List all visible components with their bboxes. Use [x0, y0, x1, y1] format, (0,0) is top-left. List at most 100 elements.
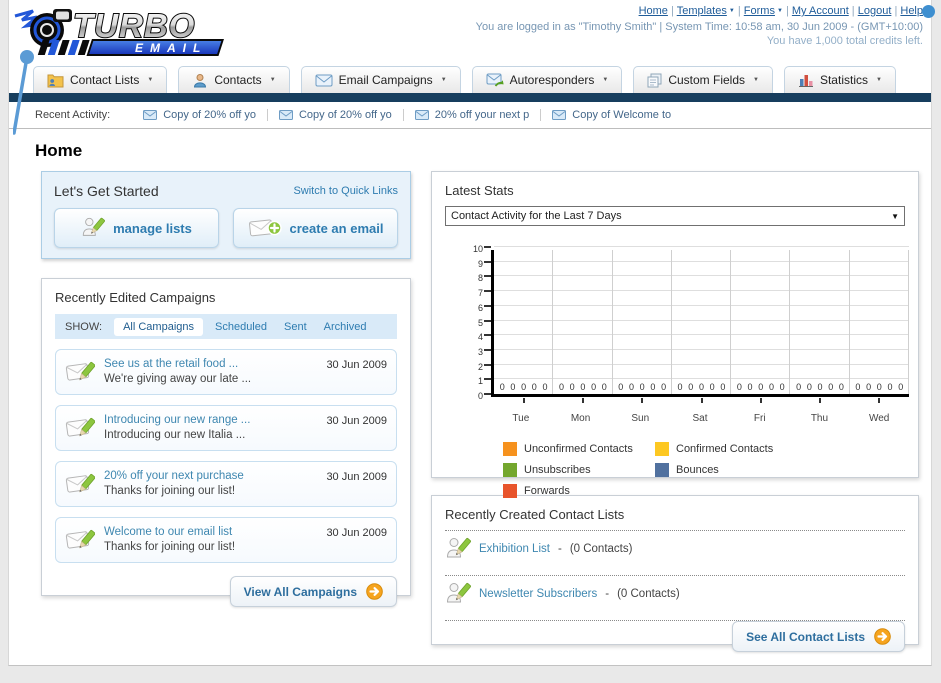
person-pencil-icon [446, 582, 471, 603]
legend-item: Bounces [655, 463, 807, 477]
nav-link-help[interactable]: Help [900, 5, 923, 17]
nav-link-home[interactable]: Home [639, 5, 668, 17]
campaign-date: 30 Jun 2009 [326, 359, 387, 371]
campaign-date: 30 Jun 2009 [326, 471, 387, 483]
chevron-down-icon: ▼ [602, 77, 609, 83]
top-nav: Home | Templates ▼ | Forms ▼ | My Account … [638, 5, 923, 17]
legend-swatch-icon [655, 442, 669, 456]
legend-swatch-icon [503, 484, 517, 498]
value-labels-group: 00000 [618, 382, 667, 392]
nav-link-logout[interactable]: Logout [858, 5, 892, 17]
manage-lists-label: manage lists [113, 220, 192, 236]
person-pencil-icon [82, 217, 106, 236]
chevron-down-icon: ▼ [776, 8, 783, 14]
x-tick-label: Thu [810, 413, 829, 424]
blue-circle-decoration [922, 5, 935, 18]
filter-scheduled[interactable]: Scheduled [215, 321, 267, 333]
nav-link-my-account[interactable]: My Account [792, 5, 849, 17]
see-all-contact-lists-button[interactable]: See All Contact Lists [732, 621, 905, 652]
credits-status: You have 1,000 total credits left. [766, 35, 923, 47]
legend-item: Unsubscribes [503, 463, 655, 477]
filter-all-campaigns[interactable]: All Campaigns [114, 317, 203, 336]
value-labels-group: 00000 [677, 382, 726, 392]
switch-to-quick-links-link[interactable]: Switch to Quick Links [293, 185, 398, 197]
view-all-campaigns-button[interactable]: View All Campaigns [229, 576, 397, 607]
manage-lists-button[interactable]: manage lists [54, 208, 219, 248]
contact-list-link[interactable]: Newsletter Subscribers [479, 588, 597, 600]
x-tick-label: Sun [631, 413, 650, 424]
value-labels-group: 00000 [499, 382, 548, 392]
campaign-date: 30 Jun 2009 [326, 415, 387, 427]
get-started-panel: Let's Get Started Switch to Quick Links [41, 171, 411, 259]
x-tick-label: Fri [753, 413, 766, 424]
tab-label: Email Campaigns [338, 73, 433, 87]
tab-label: Contacts [214, 73, 262, 87]
campaign-title-link[interactable]: See us at the retail food ... [104, 357, 317, 372]
contact-lists-title: Recently Created Contact Lists [445, 507, 625, 522]
bar-chart-icon [798, 75, 813, 87]
campaign-row[interactable]: Introducing our new range ... Introducin… [55, 405, 397, 451]
main-nav-tabs: Contact Lists ▼ Contacts ▼ Email Campaig… [9, 64, 931, 93]
envelope-pencil-icon [65, 361, 95, 381]
nav-link-templates[interactable]: Templates [677, 5, 727, 17]
campaign-row[interactable]: 20% off your next purchase Thanks for jo… [55, 461, 397, 507]
stats-panel: Latest Stats Contact Activity for the La… [431, 171, 919, 498]
recent-activity-item[interactable]: Copy of 20% off yo [266, 109, 403, 121]
tab-custom-fields[interactable]: Custom Fields ▼ [633, 66, 773, 93]
recent-activity-text: Copy of 20% off yo [163, 109, 256, 121]
campaigns-title: Recently Edited Campaigns [55, 290, 216, 305]
y-tick-label: 8 [477, 273, 483, 284]
stats-title: Latest Stats [445, 183, 514, 198]
recent-activity-item[interactable]: Copy of Welcome to [540, 109, 682, 121]
contact-list-link[interactable]: Exhibition List [479, 543, 550, 555]
app-page: TURBO EMAIL Home | Templates ▼ | Forms ▼ |… [8, 0, 935, 666]
create-email-button[interactable]: create an email [233, 208, 398, 248]
y-tick-label: 4 [477, 332, 483, 343]
campaign-row[interactable]: Welcome to our email list Thanks for joi… [55, 517, 397, 563]
value-labels-group: 00000 [558, 382, 607, 392]
view-all-campaigns-label: View All Campaigns [243, 584, 357, 599]
y-tick-label: 5 [477, 317, 483, 328]
create-email-label: create an email [289, 220, 384, 236]
filter-archived[interactable]: Archived [324, 321, 367, 333]
campaign-subtitle: We're giving away our late ... [104, 373, 252, 385]
chevron-down-icon: ▼ [440, 77, 447, 83]
tab-label: Statistics [819, 73, 868, 87]
campaign-title-link[interactable]: 20% off your next purchase [104, 469, 317, 484]
campaign-row[interactable]: See us at the retail food ... We're givi… [55, 349, 397, 395]
chevron-down-icon: ▼ [753, 77, 759, 83]
contact-list-count: (0 Contacts) [617, 588, 680, 600]
legend-swatch-icon [503, 442, 517, 456]
value-labels-group: 00000 [855, 382, 904, 392]
chevron-down-icon: ▼ [891, 211, 899, 221]
turbo-email-logo: TURBO EMAIL [13, 2, 253, 63]
campaign-title-link[interactable]: Welcome to our email list [104, 525, 317, 540]
tab-label: Contact Lists [70, 73, 140, 87]
y-tick-label: 1 [477, 376, 483, 387]
stats-period-select[interactable]: Contact Activity for the Last 7 Days ▼ [445, 206, 905, 226]
campaign-filter-bar: SHOW: All Campaigns Scheduled Sent Archi… [55, 314, 397, 339]
y-tick-label: 2 [477, 361, 483, 372]
recent-activity-item[interactable]: 20% off your next p [402, 109, 541, 121]
tab-contacts[interactable]: Contacts ▼ [178, 66, 290, 93]
y-tick-label: 3 [477, 346, 483, 357]
tab-statistics[interactable]: Statistics ▼ [783, 66, 896, 93]
contact-list-item[interactable]: Newsletter Subscribers - (0 Contacts) [445, 576, 905, 612]
recent-activity-item[interactable]: Copy of 20% off yo [132, 109, 267, 121]
show-label: SHOW: [65, 320, 103, 333]
nav-link-forms[interactable]: Forms [744, 5, 775, 17]
contact-lists-panel: Recently Created Contact Lists Exhibitio… [431, 495, 919, 652]
tab-contact-lists[interactable]: Contact Lists ▼ [33, 66, 168, 93]
y-tick-label: 9 [477, 258, 483, 269]
y-tick-label: 10 [472, 244, 483, 254]
x-tick-label: Tue [512, 413, 530, 424]
tab-autoresponders[interactable]: Autoresponders ▼ [471, 66, 623, 93]
tab-email-campaigns[interactable]: Email Campaigns ▼ [300, 66, 461, 93]
filter-sent[interactable]: Sent [284, 321, 307, 333]
logo-title-text: TURBO [73, 7, 195, 44]
contact-list-item[interactable]: Exhibition List - (0 Contacts) [445, 531, 905, 567]
campaign-title-link[interactable]: Introducing our new range ... [104, 413, 317, 428]
campaigns-panel: Recently Edited Campaigns SHOW: All Camp… [41, 278, 411, 607]
logo-subtitle-text: EMAIL [135, 41, 207, 55]
contact-list-sep: - [605, 588, 610, 600]
